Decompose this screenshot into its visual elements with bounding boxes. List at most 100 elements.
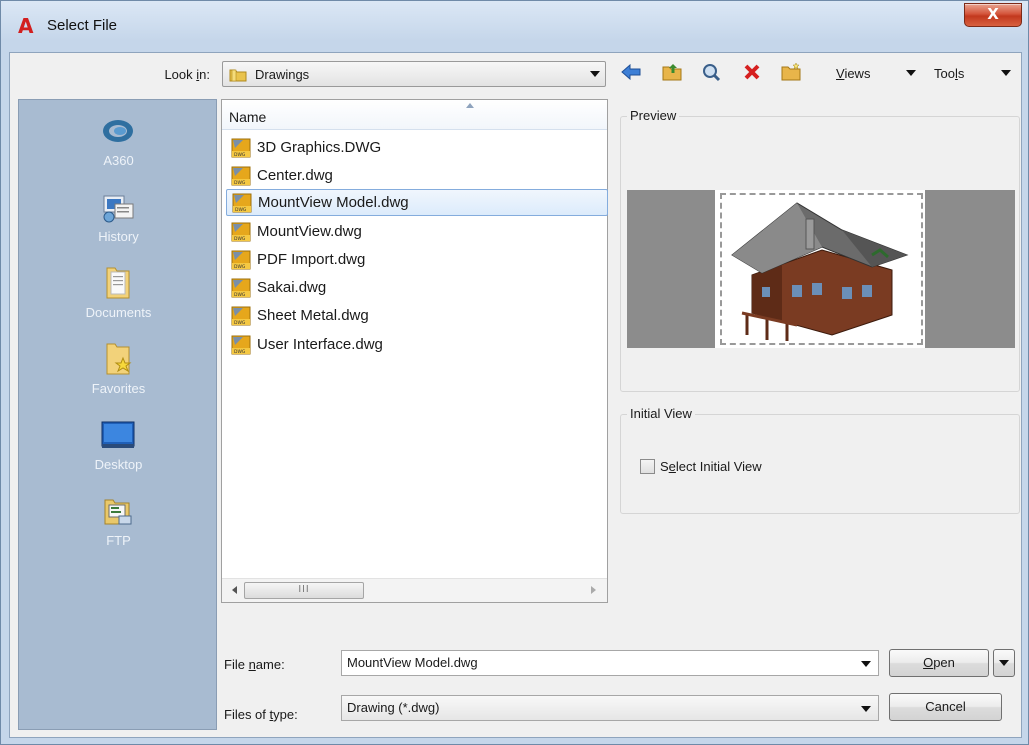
tools-dropdown-icon[interactable] xyxy=(1001,70,1011,76)
checkbox-label-prefix: S xyxy=(660,459,669,474)
views-menu-label: iews xyxy=(844,66,871,81)
search-web-icon[interactable] xyxy=(700,61,722,83)
place-ftp[interactable]: FTP xyxy=(19,494,218,564)
files-of-type-dropdown[interactable]: Drawing (*.dwg) xyxy=(341,695,879,721)
svg-text:DWG: DWG xyxy=(234,236,246,242)
preview-group-label: Preview xyxy=(627,108,680,123)
preview-image-frame xyxy=(720,193,923,345)
preview-group: Preview xyxy=(620,108,1020,392)
files-of-type-value: Drawing (*.dwg) xyxy=(347,700,440,715)
create-new-folder-icon[interactable] xyxy=(780,61,802,83)
svg-text:DWG: DWG xyxy=(234,320,246,326)
look-in-dropdown[interactable]: Drawings xyxy=(222,61,606,87)
ftp-icon xyxy=(101,494,135,528)
autocad-logo-icon: A xyxy=(18,14,34,38)
column-header-name[interactable]: Name xyxy=(222,100,607,130)
dwg-file-icon: DWG xyxy=(231,138,251,158)
dwg-file-icon: DWG xyxy=(231,222,251,242)
cancel-button[interactable]: Cancel xyxy=(889,693,1002,721)
place-label-history: History xyxy=(98,229,139,244)
file-name: PDF Import.dwg xyxy=(257,251,366,268)
file-list[interactable]: Name DWG 3D Graphics.DWG DWG Center.dwg … xyxy=(221,99,608,603)
title-bar[interactable]: A Select File X xyxy=(1,1,1028,51)
tools-menu-label: Too xyxy=(934,66,955,81)
dwg-file-icon: DWG xyxy=(231,166,251,186)
files-of-type-label-suffix: ype: xyxy=(273,707,298,722)
look-in-label-suffix: n: xyxy=(199,67,210,82)
initial-view-group-label: Initial View xyxy=(627,406,695,421)
file-row[interactable]: DWG MountView.dwg xyxy=(226,218,608,245)
chevron-down-icon xyxy=(590,71,600,77)
svg-text:DWG: DWG xyxy=(234,152,246,158)
look-in-value: Drawings xyxy=(255,66,310,82)
file-row[interactable]: DWG Sheet Metal.dwg xyxy=(226,302,608,329)
back-arrow-icon[interactable] xyxy=(620,61,642,83)
sort-ascending-icon xyxy=(466,103,474,108)
select-initial-view-checkbox[interactable] xyxy=(640,459,655,474)
favorites-folder-icon xyxy=(101,342,135,376)
dwg-file-icon: DWG xyxy=(232,193,252,213)
up-one-level-icon[interactable] xyxy=(661,61,683,83)
place-a360[interactable]: A360 xyxy=(19,114,218,184)
svg-text:DWG: DWG xyxy=(234,292,246,298)
documents-folder-icon xyxy=(101,266,135,300)
dialog-body: Look in: Drawings Views Tools A360 Histo… xyxy=(9,52,1022,738)
place-favorites[interactable]: Favorites xyxy=(19,342,218,412)
file-row[interactable]: DWG User Interface.dwg xyxy=(226,331,608,358)
checkbox-label-text: lect Initial View xyxy=(675,459,762,474)
window-title: Select File xyxy=(47,17,118,34)
file-name-label-text: File xyxy=(224,657,249,672)
place-label-desktop: Desktop xyxy=(94,457,143,472)
svg-text:DWG: DWG xyxy=(234,180,246,186)
scroll-right-icon[interactable] xyxy=(591,586,596,594)
file-name-label-accesskey: n xyxy=(248,657,256,672)
delete-icon[interactable] xyxy=(741,61,763,83)
place-documents[interactable]: Documents xyxy=(19,266,218,336)
horizontal-scrollbar[interactable]: III xyxy=(222,578,607,602)
folder-icon xyxy=(229,67,247,82)
place-desktop[interactable]: Desktop xyxy=(19,418,218,488)
svg-text:DWG: DWG xyxy=(234,264,246,270)
place-label-a360: A360 xyxy=(103,153,134,168)
look-in-label: Look in: xyxy=(140,67,210,82)
dwg-file-icon: DWG xyxy=(231,335,251,355)
dwg-file-icon: DWG xyxy=(231,306,251,326)
file-row-selected[interactable]: DWG MountView Model.dwg xyxy=(226,189,608,216)
tools-menu[interactable]: Tools xyxy=(934,66,964,81)
preview-panel xyxy=(627,190,1015,348)
file-row[interactable]: DWG Sakai.dwg xyxy=(226,274,608,301)
column-name-label: Name xyxy=(229,109,267,125)
chevron-down-icon xyxy=(999,660,1009,666)
file-row[interactable]: DWG 3D Graphics.DWG xyxy=(226,134,608,161)
dwg-file-icon: DWG xyxy=(231,250,251,270)
files-of-type-label: Files of type: xyxy=(224,707,298,722)
file-name-input[interactable]: MountView Model.dwg xyxy=(341,650,879,676)
place-history[interactable]: History xyxy=(19,190,218,260)
views-menu[interactable]: Views xyxy=(836,66,870,81)
preview-margin-left xyxy=(627,190,715,348)
house-model-thumbnail xyxy=(731,202,909,341)
close-button[interactable]: X xyxy=(964,3,1022,27)
file-row[interactable]: DWG Center.dwg xyxy=(226,162,608,189)
open-options-dropdown-button[interactable] xyxy=(993,649,1015,677)
look-in-label-text: Look xyxy=(164,67,197,82)
desktop-icon xyxy=(101,418,135,452)
tools-menu-label-suffix: s xyxy=(957,66,965,81)
open-button[interactable]: Open xyxy=(889,649,989,677)
scroll-left-icon[interactable] xyxy=(232,586,237,594)
file-name: Center.dwg xyxy=(257,167,333,184)
chevron-down-icon xyxy=(861,706,871,712)
place-label-ftp: FTP xyxy=(106,533,131,548)
svg-text:DWG: DWG xyxy=(234,349,246,355)
checkbox-label-accesskey: e xyxy=(668,459,676,474)
select-file-dialog: A Select File X Look in: Drawings Views … xyxy=(0,0,1029,745)
views-dropdown-icon[interactable] xyxy=(906,70,916,76)
select-initial-view-label[interactable]: Select Initial View xyxy=(660,459,762,474)
scrollbar-thumb[interactable]: III xyxy=(244,582,364,599)
file-row[interactable]: DWG PDF Import.dwg xyxy=(226,246,608,273)
file-name: Sheet Metal.dwg xyxy=(257,307,369,324)
files-of-type-label-text: Files of xyxy=(224,707,270,722)
places-bar: A360 History Documents Favorites Desktop… xyxy=(18,99,217,730)
chevron-down-icon[interactable] xyxy=(861,661,871,667)
dwg-file-icon: DWG xyxy=(231,278,251,298)
